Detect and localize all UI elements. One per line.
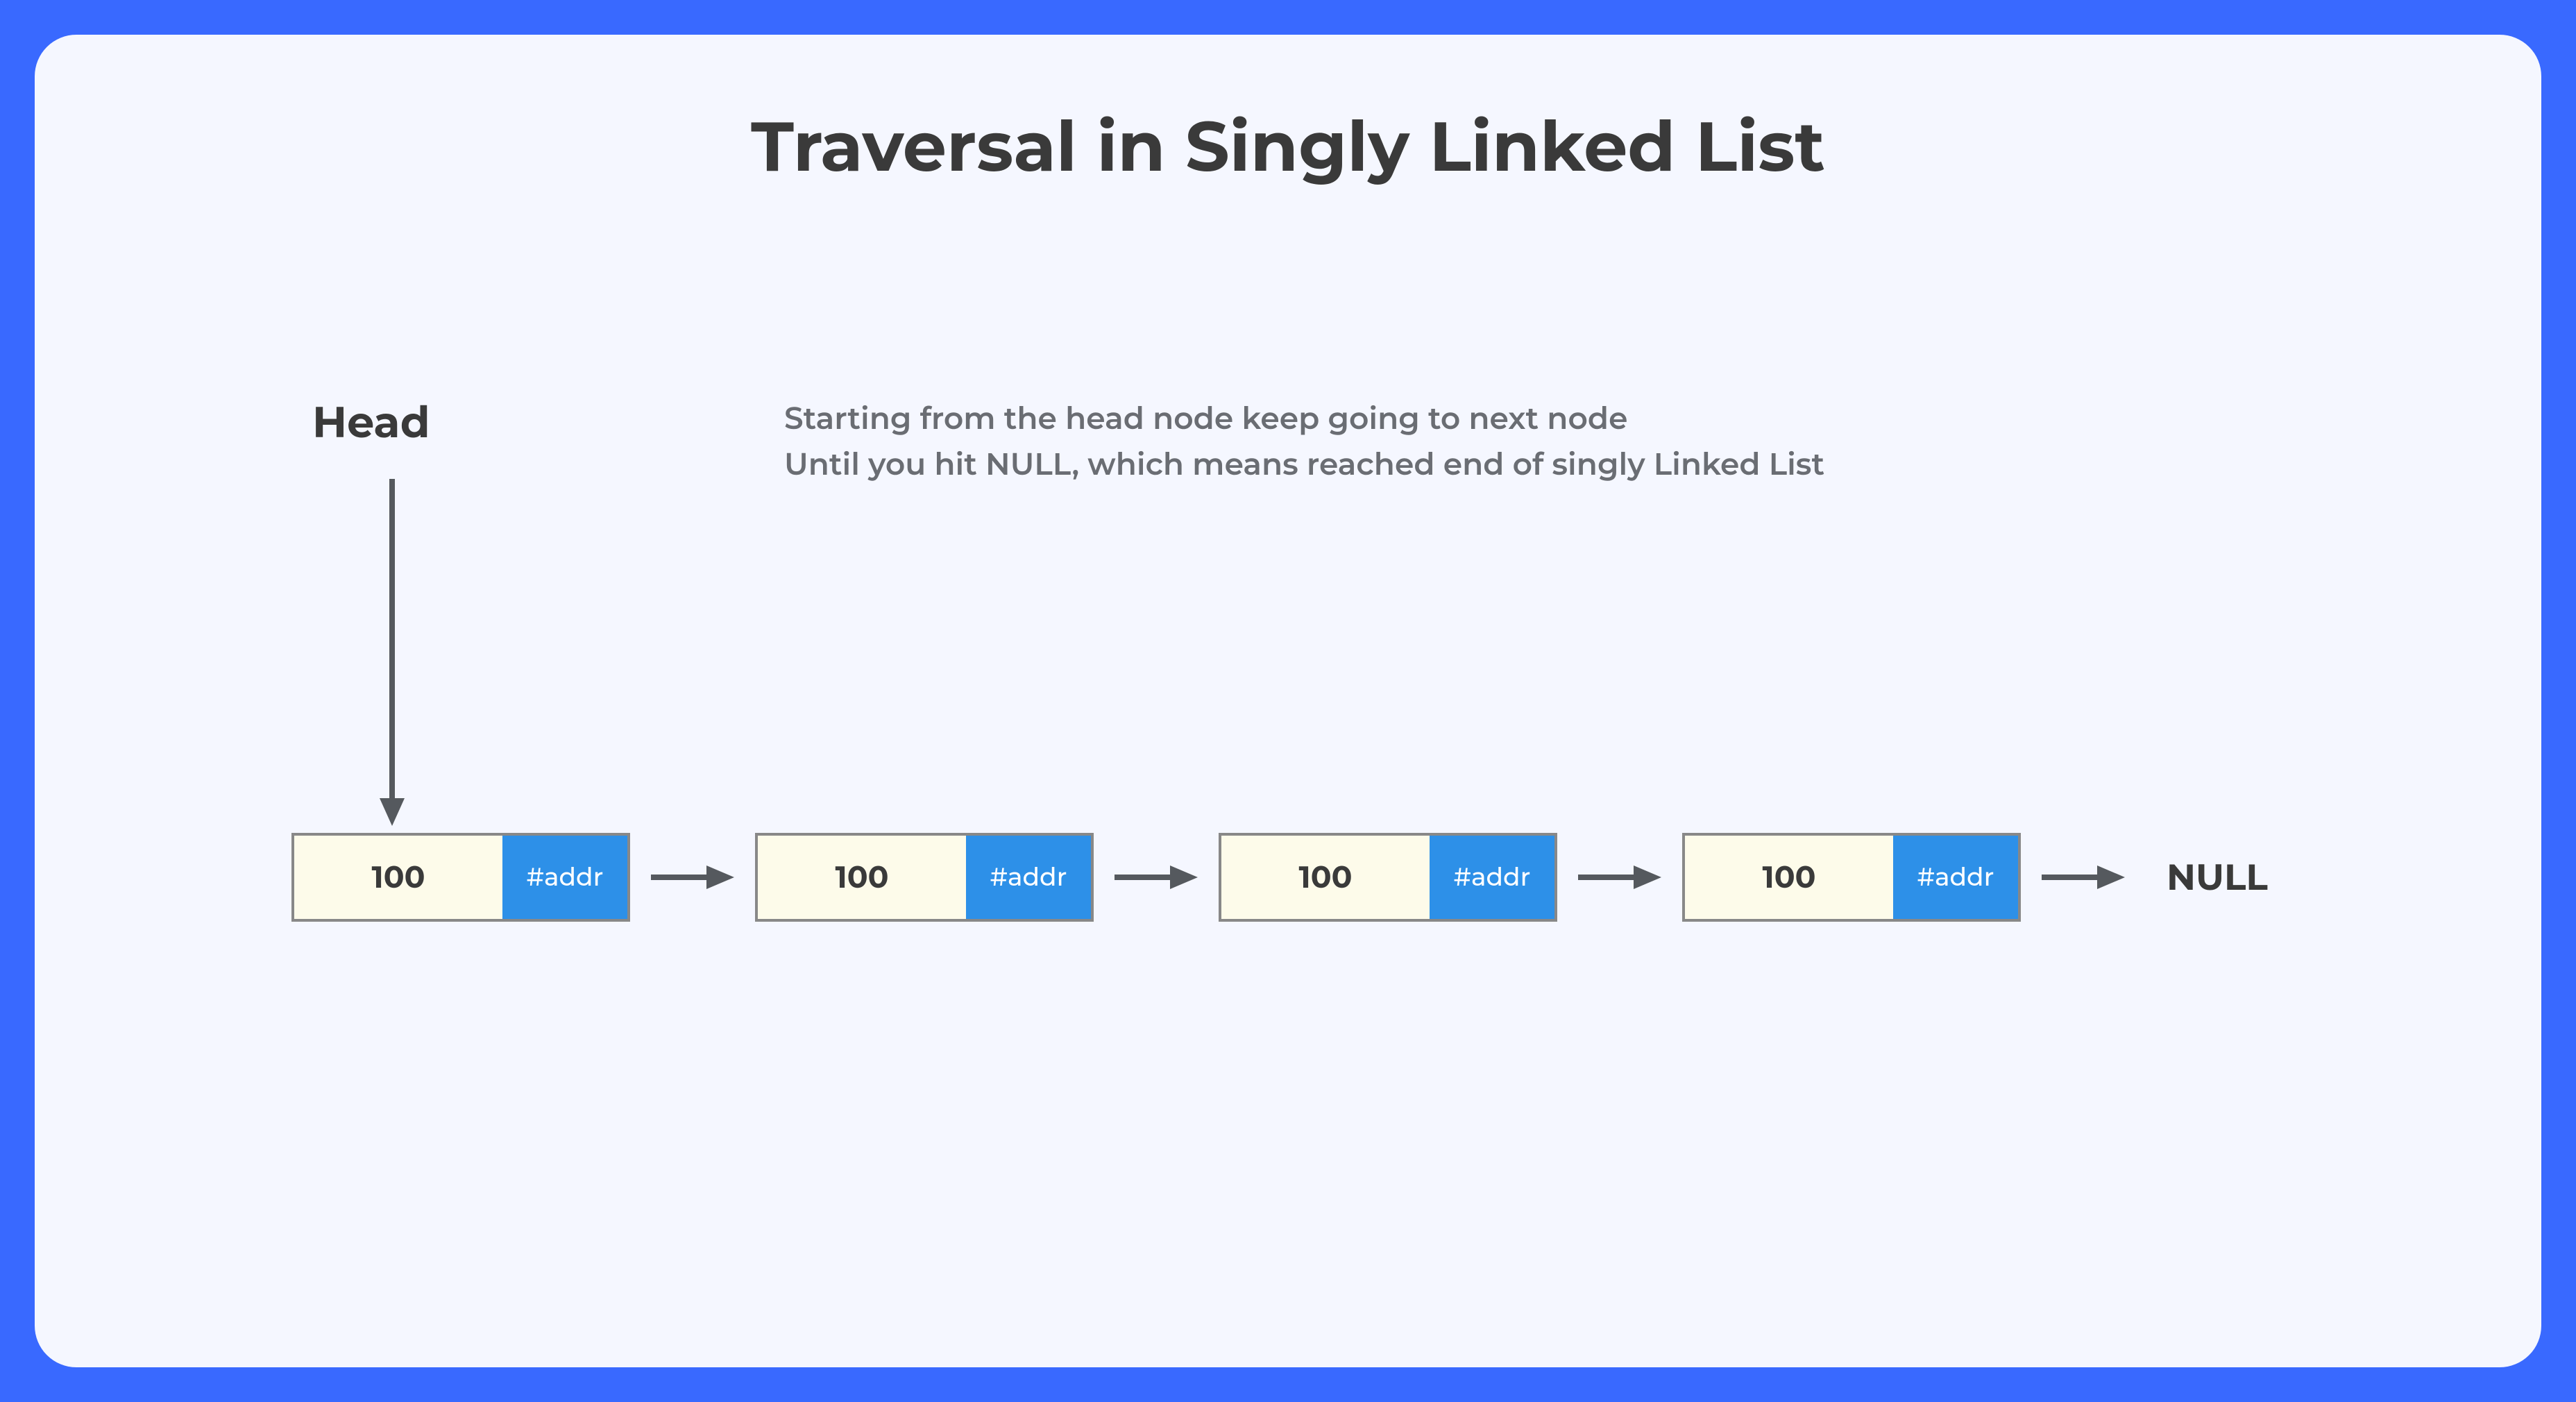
node-addr: #addr [1893, 836, 2018, 919]
linked-list-node: 100 #addr [755, 833, 1094, 922]
node-value: 100 [1685, 836, 1893, 919]
description-line-2: Until you hit NULL, which means reached … [784, 441, 1824, 487]
diagram-description: Starting from the head node keep going t… [784, 396, 1824, 487]
arrow-right-icon [2042, 860, 2125, 895]
node-value: 100 [294, 836, 502, 919]
arrow-right-icon [1578, 860, 1661, 895]
node-value: 100 [1221, 836, 1430, 919]
node-addr: #addr [1430, 836, 1554, 919]
diagram-title: Traversal in Singly Linked List [751, 104, 1825, 189]
head-label: Head [312, 396, 430, 448]
null-label: NULL [2167, 856, 2268, 900]
linked-list-node: 100 #addr [291, 833, 630, 922]
description-line-1: Starting from the head node keep going t… [784, 396, 1824, 441]
arrow-right-icon [651, 860, 734, 895]
arrow-right-icon [1115, 860, 1198, 895]
nodes-container: 100 #addr 100 #addr 100 #addr 100 #addr [291, 833, 2268, 922]
head-arrow-icon [371, 479, 413, 826]
node-addr: #addr [966, 836, 1091, 919]
node-addr: #addr [502, 836, 627, 919]
linked-list-node: 100 #addr [1219, 833, 1557, 922]
linked-list-node: 100 #addr [1682, 833, 2021, 922]
diagram-canvas: Traversal in Singly Linked List Head Sta… [35, 35, 2541, 1367]
node-value: 100 [758, 836, 966, 919]
